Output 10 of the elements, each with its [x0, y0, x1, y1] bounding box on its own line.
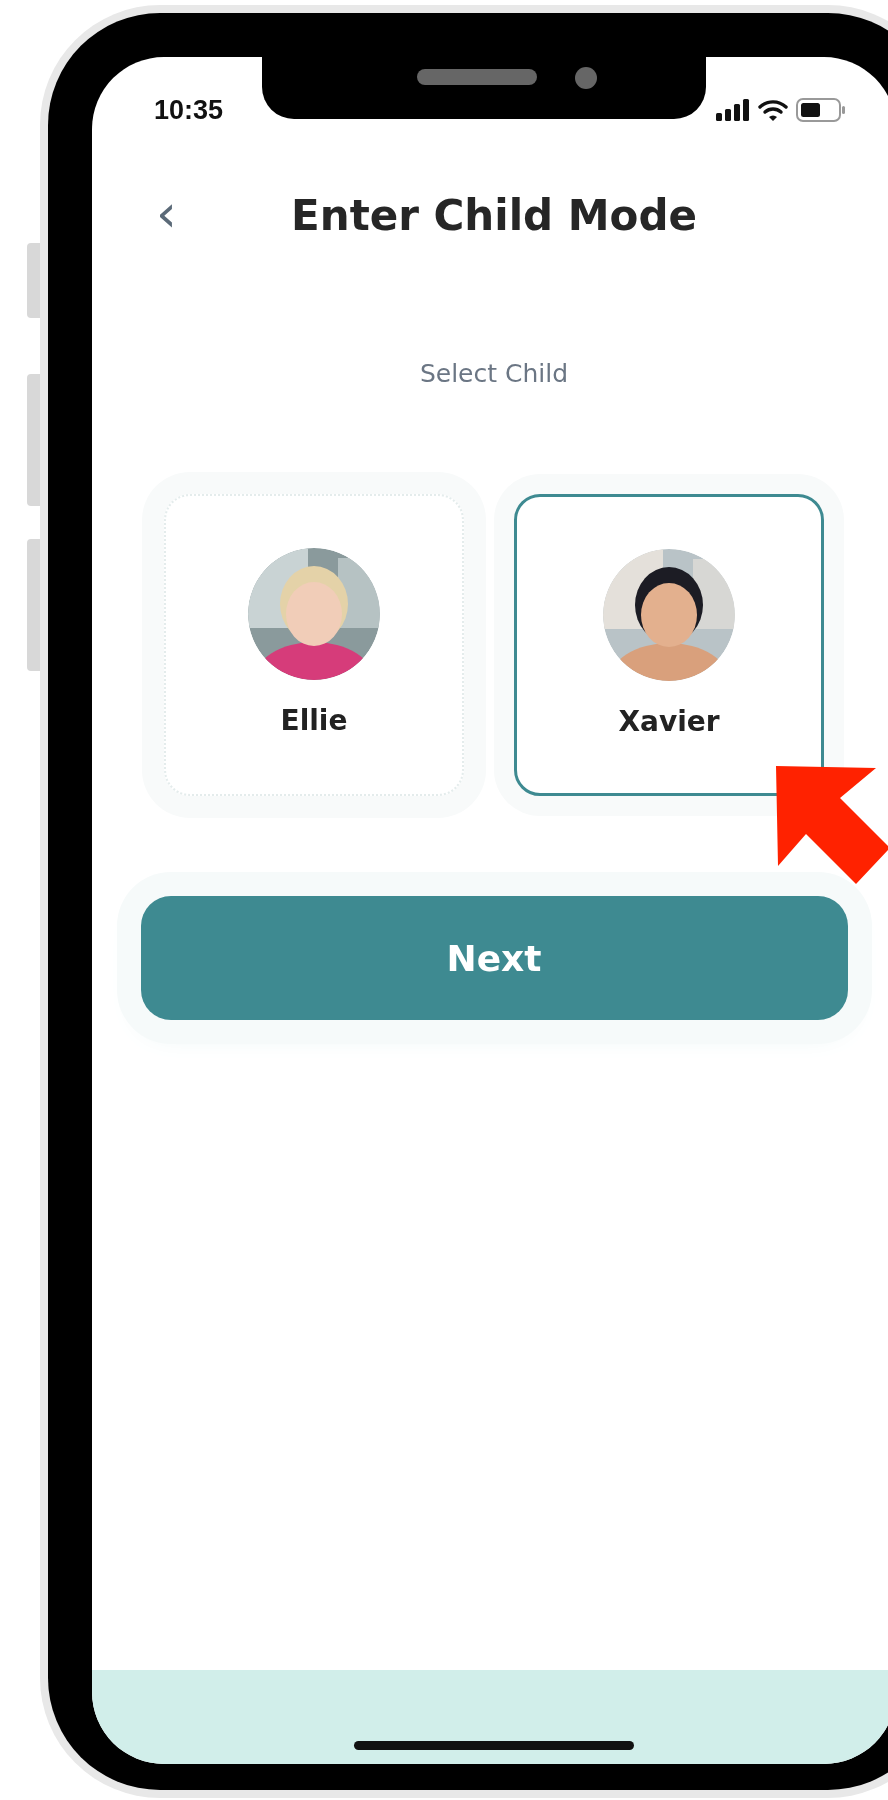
wifi-icon [758, 99, 788, 121]
signal-icon [716, 99, 750, 121]
battery-icon [796, 98, 846, 122]
arrow-icon [776, 766, 888, 884]
speaker-icon [417, 69, 537, 85]
status-time: 10:35 [154, 94, 224, 126]
back-button[interactable]: ‹ [150, 189, 183, 237]
prompt-text: Select Child [419, 359, 569, 388]
screen-title: Enter Child Mode [291, 190, 697, 240]
camera-icon [575, 67, 597, 89]
